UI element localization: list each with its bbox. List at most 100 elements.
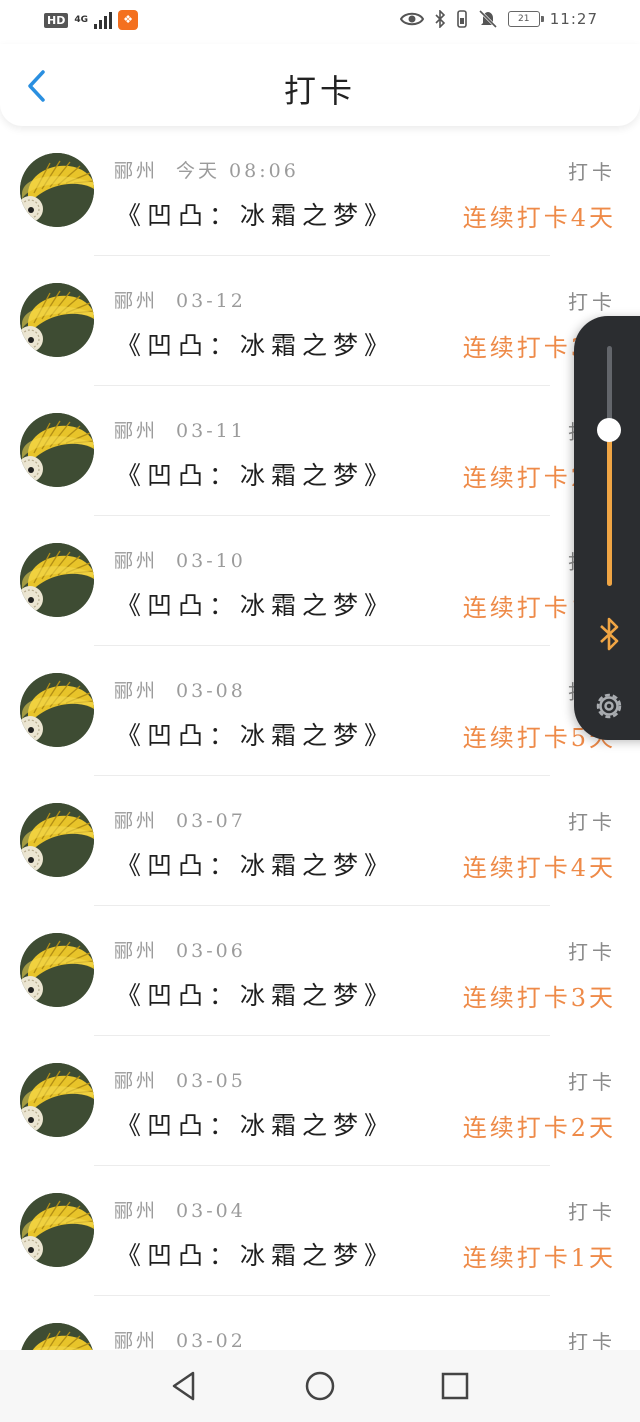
- avatar-image: [20, 1063, 94, 1137]
- user-meta: 郦州 03-07: [114, 806, 246, 833]
- checkin-date: 03-07: [176, 810, 246, 832]
- avatar-image: [20, 413, 94, 487]
- list-item[interactable]: 郦州 03-06 《凹凸：冰霜之梦》 打卡 连续打卡3天: [0, 906, 640, 1036]
- checkin-date: 今天 08:06: [176, 160, 299, 182]
- book-title: 《凹凸：冰霜之梦》: [116, 591, 396, 620]
- checkin-date: 03-04: [176, 1200, 246, 1222]
- nav-back-button[interactable]: [166, 1368, 202, 1404]
- checkin-list[interactable]: 郦州 今天 08:06 《凹凸：冰霜之梦》 打卡 连续打卡4天 郦州 03-12 《凹凸：冰霜…: [0, 126, 640, 1350]
- user-name: 郦州: [114, 550, 159, 572]
- recents-square-icon: [441, 1372, 469, 1400]
- book-title: 《凹凸：冰霜之梦》: [116, 1241, 396, 1270]
- avatar[interactable]: [20, 933, 94, 1007]
- nav-home-button[interactable]: [302, 1368, 338, 1404]
- checkin-date: 03-02: [176, 1330, 246, 1350]
- network-type: 4G: [74, 14, 88, 25]
- list-item[interactable]: 郦州 03-05 《凹凸：冰霜之梦》 打卡连续打卡2天: [0, 1036, 640, 1166]
- page-title: 打卡: [283, 72, 356, 110]
- bluetooth-icon: [435, 10, 445, 28]
- streak-label: 连续打卡2天: [462, 1114, 616, 1142]
- checkin-tag: 打卡: [568, 1330, 616, 1350]
- user-meta: 郦州 03-10: [114, 546, 246, 573]
- book-title: 《凹凸：冰霜之梦》: [116, 721, 396, 750]
- volume-fill: [607, 430, 612, 586]
- streak-label: 连续打卡4天: [462, 854, 616, 882]
- book-title: 《凹凸：冰霜之梦》: [116, 851, 396, 880]
- avatar-image: [20, 1323, 94, 1350]
- book-title: 《凹凸：冰霜之梦》: [116, 1111, 396, 1140]
- user-meta: 郦州 03-08: [114, 676, 246, 703]
- avatar[interactable]: [20, 543, 94, 617]
- checkin-date: 03-11: [176, 420, 246, 442]
- user-meta: 郦州 03-04: [114, 1196, 246, 1223]
- book-title: 《凹凸：冰霜之梦》: [116, 201, 396, 230]
- avatar[interactable]: [20, 153, 94, 227]
- bluetooth-icon[interactable]: [594, 616, 624, 652]
- user-name: 郦州: [114, 1330, 159, 1350]
- vibrate-icon: [456, 10, 467, 28]
- list-item[interactable]: 郦州 今天 08:06 《凹凸：冰霜之梦》 打卡连续打卡4天: [0, 126, 640, 256]
- volume-slider-thumb[interactable]: [597, 418, 621, 442]
- volume-panel[interactable]: [574, 316, 640, 740]
- avatar[interactable]: [20, 413, 94, 487]
- list-item[interactable]: 郦州03-02《凹凸：冰霜之梦》打卡: [0, 1296, 640, 1350]
- list-item[interactable]: 郦州 03-07 《凹凸：冰霜之梦》 打卡 连续打卡4天: [0, 776, 640, 906]
- user-name: 郦州: [114, 940, 159, 962]
- avatar[interactable]: [20, 283, 94, 357]
- user-name: 郦州: [114, 810, 159, 832]
- streak-label: 连续打卡3天: [462, 984, 616, 1012]
- book-title: 《凹凸：冰霜之梦》: [116, 331, 396, 360]
- signal-icon: [94, 11, 112, 29]
- avatar-image: [20, 673, 94, 747]
- user-meta: 郦州 03-02: [114, 1326, 246, 1350]
- status-left: HD 4G ❖: [44, 10, 138, 30]
- list-item[interactable]: 郦州03-11《凹凸：冰霜之梦》打卡连续打卡2天: [0, 386, 640, 516]
- back-triangle-icon: [172, 1371, 195, 1401]
- avatar[interactable]: [20, 1063, 94, 1137]
- streak-label: 连续打卡1天: [462, 1244, 616, 1272]
- book-title: 《凹凸：冰霜之梦》: [116, 461, 396, 490]
- book-title: 《凹凸：冰霜之梦》: [116, 981, 396, 1010]
- user-meta: 郦州 03-11: [114, 416, 246, 443]
- avatar[interactable]: [20, 803, 94, 877]
- nav-recents-button[interactable]: [437, 1368, 473, 1404]
- user-name: 郦州: [114, 290, 159, 312]
- checkin-tag: 打卡: [568, 1200, 616, 1224]
- avatar-image: [20, 283, 94, 357]
- user-meta: 郦州 03-06: [114, 936, 246, 963]
- checkin-date: 03-08: [176, 680, 246, 702]
- checkin-tag: 打卡: [568, 1070, 616, 1094]
- kuaishou-app-icon: ❖: [118, 10, 138, 30]
- avatar-image: [20, 1193, 94, 1267]
- list-item[interactable]: 郦州03-08《凹凸：冰霜之梦》打卡连续打卡5天: [0, 646, 640, 776]
- avatar-image: [20, 153, 94, 227]
- user-meta: 郦州 03-05: [114, 1066, 246, 1093]
- user-name: 郦州: [114, 1070, 159, 1092]
- checkin-date: 03-05: [176, 1070, 246, 1092]
- status-bar: HD 4G ❖ 21 11:27: [0, 0, 640, 44]
- user-name: 郦州: [114, 160, 159, 182]
- avatar-image: [20, 803, 94, 877]
- avatar[interactable]: [20, 673, 94, 747]
- title-bar: 打卡: [0, 44, 640, 126]
- list-item[interactable]: 郦州03-10《凹凸：冰霜之梦》打卡连续打卡1天: [0, 516, 640, 646]
- streak-label: 连续打卡4天: [462, 204, 616, 232]
- list-item[interactable]: 郦州 03-04 《凹凸：冰霜之梦》 打卡连续打卡1天: [0, 1166, 640, 1296]
- list-item[interactable]: 郦州 03-12 《凹凸：冰霜之梦》 打卡 连续打卡3天: [0, 256, 640, 386]
- avatar-image: [20, 543, 94, 617]
- system-nav-bar: [0, 1350, 640, 1422]
- checkin-tag: 打卡: [568, 160, 616, 184]
- home-circle-icon: [305, 1371, 335, 1401]
- avatar[interactable]: [20, 1193, 94, 1267]
- user-meta: 郦州 今天 08:06: [114, 156, 299, 183]
- checkin-date: 03-12: [176, 290, 246, 312]
- user-name: 郦州: [114, 420, 159, 442]
- user-meta: 郦州 03-12: [114, 286, 246, 313]
- avatar-image: [20, 933, 94, 1007]
- hd-badge: HD: [44, 12, 69, 28]
- eye-icon: [399, 12, 424, 26]
- gear-icon[interactable]: [591, 688, 627, 724]
- clock: 11:27: [549, 10, 598, 28]
- battery-icon: 21: [507, 11, 544, 27]
- avatar[interactable]: [20, 1323, 94, 1350]
